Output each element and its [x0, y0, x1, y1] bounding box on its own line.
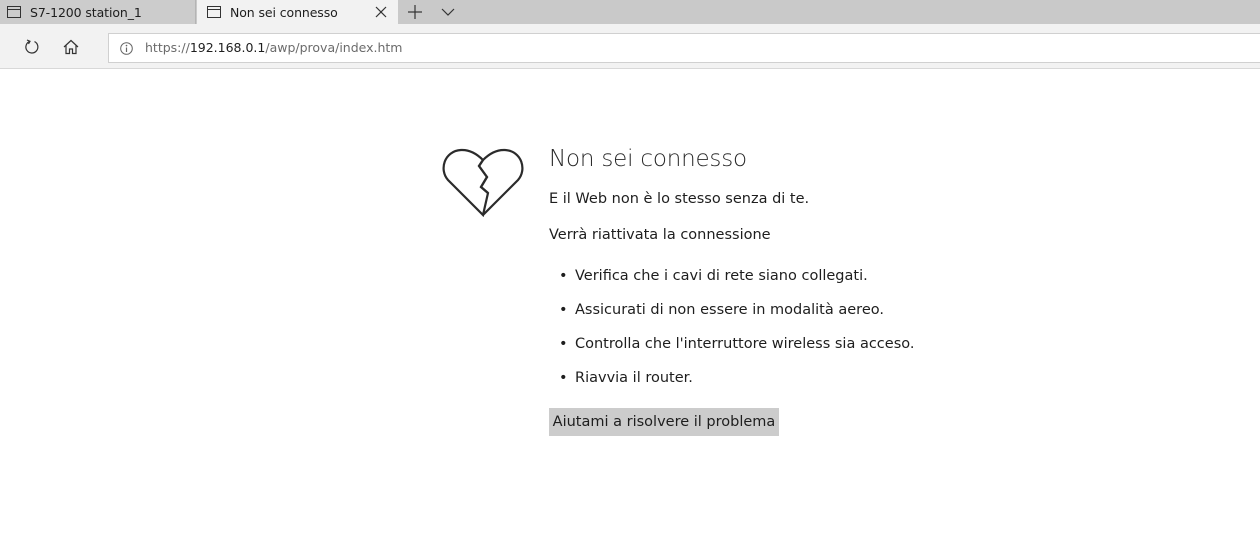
bullet: •	[559, 336, 568, 352]
page-icon	[206, 0, 221, 24]
tab-list-button[interactable]	[434, 0, 462, 24]
list-item: • Assicurati di non essere in modalità a…	[559, 302, 914, 336]
tab-label: S7-1200 station_1	[30, 4, 142, 20]
chevron-down-icon	[441, 8, 455, 16]
plus-icon	[408, 5, 422, 19]
navigation-bar: https://192.168.0.1/awp/prova/index.htm	[0, 24, 1260, 69]
home-button[interactable]	[56, 32, 86, 62]
page-icon	[6, 0, 21, 24]
tab-non-sei-connesso[interactable]: Non sei connesso	[197, 0, 398, 24]
bullet: •	[559, 268, 568, 284]
suggestion-text: Controlla che l'interruttore wireless si…	[575, 336, 915, 352]
close-icon[interactable]	[374, 5, 388, 19]
info-icon[interactable]	[119, 41, 133, 55]
suggestion-text: Verifica che i cavi di rete siano colleg…	[575, 268, 868, 284]
list-item: • Verifica che i cavi di rete siano coll…	[559, 268, 914, 302]
new-tab-button[interactable]	[401, 0, 429, 24]
suggestion-text: Riavvia il router.	[575, 370, 693, 386]
address-bar[interactable]: https://192.168.0.1/awp/prova/index.htm	[108, 33, 1260, 63]
url-scheme: https://	[145, 40, 190, 55]
page-title: Non sei connesso	[549, 146, 747, 172]
refresh-button[interactable]	[17, 32, 47, 62]
tab-label: Non sei connesso	[230, 4, 338, 20]
url-host: 192.168.0.1	[189, 40, 266, 55]
refresh-icon	[25, 39, 39, 54]
error-subtitle: E il Web non è lo stesso senza di te.	[549, 191, 810, 207]
help-troubleshoot-button[interactable]: Aiutami a risolvere il problema	[549, 408, 779, 436]
suggestion-text: Assicurati di non essere in modalità aer…	[575, 302, 884, 318]
tab-s7-1200-station[interactable]: S7-1200 station_1	[0, 0, 196, 24]
tab-strip: S7-1200 station_1 Non sei connesso	[0, 0, 1260, 24]
home-icon	[63, 39, 79, 55]
list-item: • Controlla che l'interruttore wireless …	[559, 336, 914, 370]
connection-status: Verrà riattivata la connessione	[549, 227, 771, 243]
bullet: •	[559, 370, 568, 386]
bullet: •	[559, 302, 568, 318]
broken-heart-icon	[442, 147, 524, 218]
url-text[interactable]: https://192.168.0.1/awp/prova/index.htm	[145, 40, 403, 55]
list-item: • Riavvia il router.	[559, 370, 914, 404]
suggestion-list: • Verifica che i cavi di rete siano coll…	[559, 268, 914, 404]
url-path: /awp/prova/index.htm	[265, 40, 403, 55]
